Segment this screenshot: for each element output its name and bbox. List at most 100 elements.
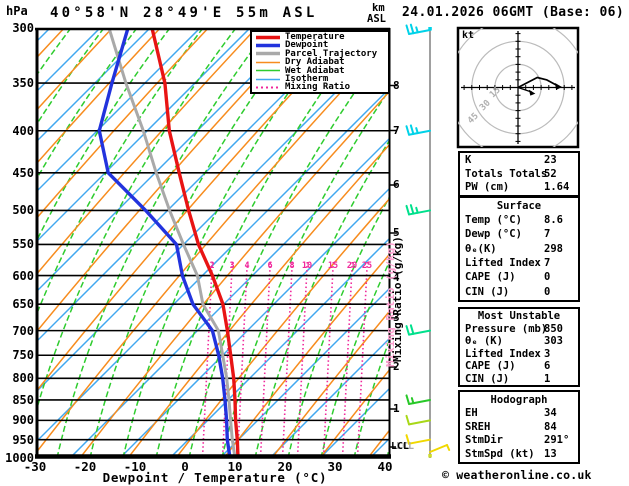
lcl-label: LCL <box>391 441 410 452</box>
table-row-value: 298 <box>544 242 563 255</box>
asl-axis-unit: ASL <box>367 13 386 25</box>
pressure-tick-label: 350 <box>12 76 34 91</box>
datetime-title: 24.01.2026 06GMT (Base: 06) <box>402 5 625 20</box>
table-section: Hodograph EH 34 SREH 84 StmDir 291° StmSpd (kt)… <box>458 390 580 464</box>
table-row: StmDir 291° <box>460 434 578 447</box>
pressure-tick-label: 800 <box>12 371 34 386</box>
table-row: StmSpd (kt) 13 <box>460 448 578 461</box>
pressure-tick-label: 550 <box>12 237 34 252</box>
table-row-value: 7 <box>544 228 551 241</box>
table-row-label: θₑ (K) <box>465 335 503 347</box>
x-axis-title: Dewpoint / Temperature (°C) <box>102 470 328 485</box>
table-row: CIN (J) 0 <box>460 286 578 299</box>
table-row-label: CIN (J) <box>465 285 510 298</box>
table-row: θₑ (K) 303 <box>460 335 578 348</box>
pressure-axis-unit: hPa <box>6 4 28 18</box>
table-row-label: Lifted Index <box>465 257 541 270</box>
table-row-label: θₑ(K) <box>465 242 497 255</box>
table-row-value: 3 <box>544 347 551 360</box>
table-row: θₑ(K) 298 <box>460 243 578 256</box>
temp-tick-label: -30 <box>23 459 47 474</box>
table-row-value: 1.64 <box>544 181 570 194</box>
table-row-value: 291° <box>544 434 570 447</box>
mixing-ratio-value-label: 25 <box>361 261 373 271</box>
table-row-value: 23 <box>544 154 557 167</box>
legend: Temperature Dewpoint Parcel Trajectory Dry … <box>250 30 390 94</box>
mixing-ratio-value-label: 6 <box>267 261 273 271</box>
pressure-tick-label: 700 <box>12 323 34 338</box>
pressure-tick-label: 600 <box>12 268 34 283</box>
pressure-tick-label: 750 <box>12 348 34 363</box>
table-row: K 23 <box>460 154 578 167</box>
table-header: Most Unstable <box>477 310 561 322</box>
table-row: Lifted Index 7 <box>460 257 578 270</box>
km-tick-label: 8 <box>393 78 400 92</box>
table-row-label: StmSpd (kt) <box>465 447 535 460</box>
mixing-ratio-value-label: 10 <box>301 261 313 271</box>
table-section: K 23 Totals Totals 52 PW (cm) 1.64 <box>458 151 580 197</box>
table-row-value: 0 <box>544 271 551 284</box>
mixing-ratio-value-label: 15 <box>327 261 339 271</box>
table-row-label: PW (cm) <box>465 181 510 194</box>
pressure-tick-label: 450 <box>12 165 34 180</box>
table-row-label: CAPE (J) <box>465 271 516 284</box>
table-row-label: Pressure (mb) <box>465 322 548 335</box>
table-header: Hodograph <box>490 393 548 406</box>
credit: © weatheronline.co.uk <box>442 468 592 482</box>
table-row-value: 7 <box>544 257 551 270</box>
table-row-value: 52 <box>544 167 557 180</box>
table-row-value: 34 <box>544 407 557 420</box>
table-row: Dewp (°C) 7 <box>460 228 578 241</box>
table-row-value: 13 <box>544 447 557 460</box>
table-row-value: 1 <box>544 372 551 385</box>
pressure-tick-label: 900 <box>12 413 34 428</box>
legend-label: Mixing Ratio <box>285 82 351 93</box>
table-row-label: K <box>465 154 472 167</box>
pressure-tick-label: 300 <box>12 21 34 35</box>
table-row: Totals Totals 52 <box>460 168 578 181</box>
table-row-label: Temp (°C) <box>465 214 522 227</box>
table-row: Temp (°C) 8.6 <box>460 214 578 227</box>
table-row: CAPE (J) 0 <box>460 271 578 284</box>
pressure-tick-label: 950 <box>12 432 34 447</box>
table-row: Lifted Index 3 <box>460 348 578 361</box>
station-title: 40°58'N 28°49'E 55m ASL <box>50 5 318 21</box>
km-tick-label: 7 <box>393 123 400 137</box>
table-row-label: EH <box>465 407 478 420</box>
table-row-label: CAPE (J) <box>465 360 516 372</box>
table-row: SREH 84 <box>460 421 578 434</box>
table-row-value: 8.6 <box>544 214 563 227</box>
table-row-label: StmDir <box>465 434 503 447</box>
table-header: Surface <box>496 199 542 212</box>
pressure-tick-label: 850 <box>12 392 34 407</box>
km-tick-label: 6 <box>393 178 400 191</box>
table-row: CAPE (J) 6 <box>460 360 578 373</box>
table-row: Pressure (mb) 850 <box>460 323 578 336</box>
table-row-label: Lifted Index <box>465 347 541 360</box>
km-tick-label: 1 <box>393 402 400 415</box>
pressure-tick-label: 500 <box>12 203 34 218</box>
legend-swatch <box>256 86 280 89</box>
temp-tick-label: 40 <box>377 459 393 474</box>
mixing-ratio-value-label: 2 <box>209 261 215 271</box>
table-row: EH 34 <box>460 407 578 420</box>
table-row-label: CIN (J) <box>465 372 510 385</box>
table-row: PW (cm) 1.64 <box>460 181 578 194</box>
mixing-ratio-axis-label: Mixing Ratio (g/kg) <box>391 236 404 362</box>
table-row-value: 84 <box>544 420 557 433</box>
table-row-label: Dewp (°C) <box>465 228 522 241</box>
legend-item: Mixing Ratio <box>252 82 388 93</box>
table-row-value: 6 <box>544 360 551 372</box>
table-row: CIN (J) 1 <box>460 373 578 386</box>
skewt-sounding-app: 15 30 45 2 3 4 6 8 10 15 20 25 300 350 400 450 500 550 60… <box>0 0 629 486</box>
table-row-label: SREH <box>465 420 491 433</box>
pressure-tick-label: 650 <box>12 297 34 312</box>
table-row-value: 0 <box>544 285 551 298</box>
table-row-value: 850 <box>544 322 563 335</box>
pressure-tick-label: 400 <box>12 123 34 138</box>
hodograph-unit-label: kt <box>462 30 475 41</box>
table-section: Most Unstable Pressure (mb) 850 θₑ (K) 303 Li… <box>458 307 580 387</box>
table-row-value: 303 <box>544 335 563 347</box>
mixing-ratio-value-label: 4 <box>244 261 250 271</box>
table-row-label: Totals Totals <box>465 167 548 180</box>
